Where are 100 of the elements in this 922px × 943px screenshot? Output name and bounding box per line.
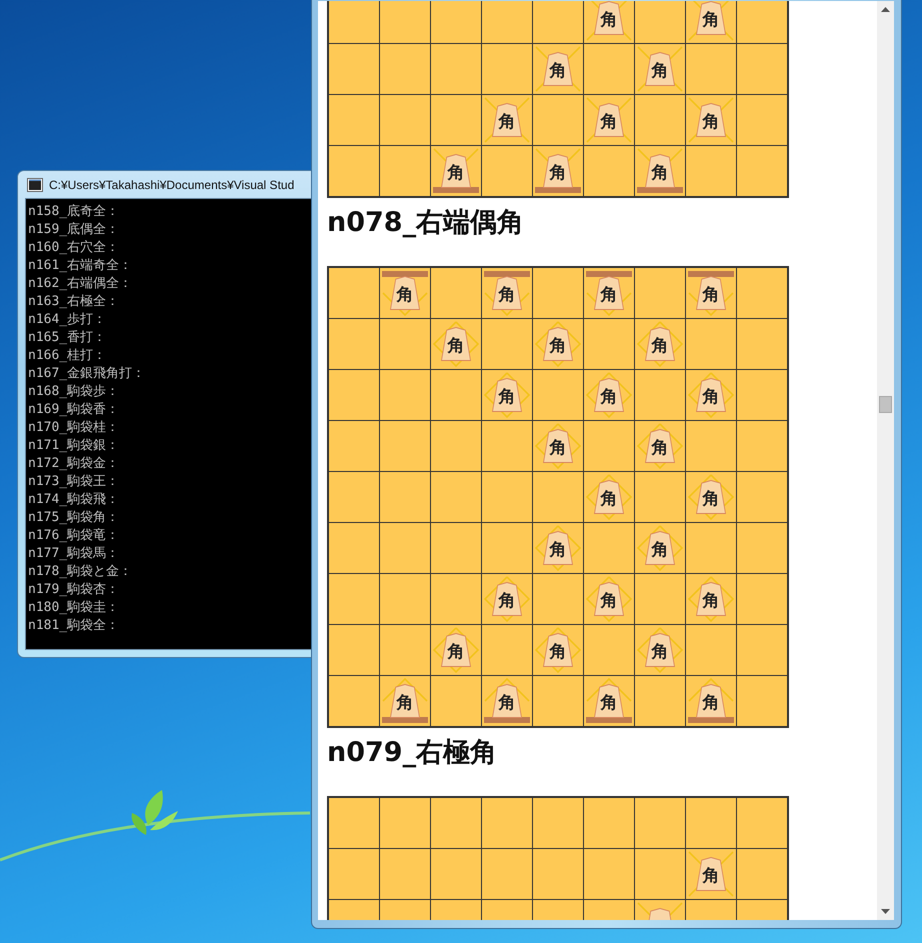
scrollbar[interactable]	[877, 1, 894, 920]
board-square	[329, 95, 379, 145]
board-square	[329, 798, 379, 848]
board-square	[329, 625, 379, 675]
shogi-piece: 角	[696, 480, 726, 514]
console-line: n176_駒袋竜：	[28, 527, 120, 545]
shogi-piece: 角	[696, 378, 726, 412]
board-square	[380, 523, 430, 573]
board-square	[431, 421, 481, 471]
console-line: n163_右極全：	[28, 293, 120, 311]
shogi-piece: 角	[594, 378, 624, 412]
console-line: n171_駒袋銀：	[28, 437, 120, 455]
board-square	[380, 421, 430, 471]
shogi-piece: 角	[594, 103, 624, 137]
console-line: n172_駒袋金：	[28, 455, 120, 473]
shogi-piece: 角	[645, 531, 675, 565]
console-line: n161_右端奇全：	[28, 257, 132, 275]
shogi-piece: 角	[492, 378, 522, 412]
board-square	[380, 1, 430, 43]
board-square	[329, 146, 379, 196]
board-square	[380, 574, 430, 624]
console-line: n165_香打：	[28, 329, 106, 347]
board-square	[380, 798, 430, 848]
board-square	[737, 523, 787, 573]
shogi-piece: 角	[441, 633, 471, 667]
shogi-piece: 角	[645, 327, 675, 361]
shogi-piece: 角	[696, 582, 726, 616]
board-square	[329, 421, 379, 471]
console-line: n181_駒袋全：	[28, 617, 120, 635]
console-line: n177_駒袋馬：	[28, 545, 120, 563]
shogi-piece: 角	[645, 429, 675, 463]
shogi-piece: 角	[492, 103, 522, 137]
console-line: n175_駒袋角：	[28, 509, 120, 527]
board-square	[329, 574, 379, 624]
shogi-piece: 角	[543, 52, 573, 86]
shogi-piece: 角	[594, 1, 624, 35]
shogi-piece: 角	[543, 154, 573, 188]
console-line: n173_駒袋王：	[28, 473, 120, 491]
window-title: C:¥Users¥Takahashi¥Documents¥Visual Stud	[49, 178, 294, 192]
console-line: n168_駒袋歩：	[28, 383, 120, 401]
board-square	[737, 798, 787, 848]
shogi-piece: 角	[696, 1, 726, 35]
shogi-piece: 角	[390, 276, 420, 310]
board-square	[584, 798, 634, 848]
board-square	[635, 798, 685, 848]
board-square	[533, 798, 583, 848]
board-square	[329, 44, 379, 94]
shogi-piece: 角	[594, 582, 624, 616]
console-line: n174_駒袋飛：	[28, 491, 120, 509]
console-line: n162_右端偶全：	[28, 275, 132, 293]
shogi-piece: 角	[645, 52, 675, 86]
console-line: n179_駒袋杏：	[28, 581, 120, 599]
console-line: n159_底偶全：	[28, 221, 120, 239]
shogi-piece: 角	[696, 276, 726, 310]
console-line: n169_駒袋香：	[28, 401, 120, 419]
board-square	[737, 146, 787, 196]
board-square	[431, 44, 481, 94]
board-square	[737, 625, 787, 675]
shogi-piece: 角	[543, 633, 573, 667]
board-square	[431, 472, 481, 522]
board-square	[431, 523, 481, 573]
console-line: n164_歩打：	[28, 311, 106, 329]
board-square	[737, 44, 787, 94]
shogi-piece: 角	[543, 429, 573, 463]
board-square	[737, 319, 787, 369]
shogi-piece: 角	[594, 480, 624, 514]
shogi-piece: 角	[492, 276, 522, 310]
shogi-piece: 角	[645, 633, 675, 667]
console-line: n167_金銀飛角打：	[28, 365, 146, 383]
scroll-up-arrow-icon[interactable]	[881, 7, 890, 12]
shogi-piece: 角	[441, 154, 471, 188]
shogi-piece: 角	[696, 103, 726, 137]
board-square	[380, 472, 430, 522]
board-square	[380, 370, 430, 420]
shogi-piece: 角	[543, 531, 573, 565]
scroll-down-arrow-icon[interactable]	[881, 909, 890, 914]
board-square	[329, 319, 379, 369]
board-square	[380, 44, 430, 94]
console-line: n160_右穴全：	[28, 239, 120, 257]
shogi-piece: 角	[696, 684, 726, 718]
board-square	[431, 798, 481, 848]
board-square	[431, 1, 481, 43]
console-line: n170_駒袋桂：	[28, 419, 120, 437]
board-square	[482, 798, 532, 848]
section-heading: n079_右極角	[327, 736, 498, 770]
console-line: n166_桂打：	[28, 347, 106, 365]
console-line: n178_駒袋と金：	[28, 563, 132, 581]
shogi-piece: 角	[492, 582, 522, 616]
board-square	[482, 1, 532, 43]
scrollbar-thumb[interactable]	[879, 396, 892, 413]
shogi-piece: 角	[492, 684, 522, 718]
console-line: n158_底奇全：	[28, 203, 120, 221]
board-square	[737, 421, 787, 471]
shogi-piece: 角	[696, 857, 726, 891]
section-heading: n078_右端偶角	[327, 206, 524, 240]
console-line: n180_駒袋圭：	[28, 599, 120, 617]
shogi-piece: 角	[594, 276, 624, 310]
board-square	[329, 472, 379, 522]
board-square	[329, 523, 379, 573]
shogi-piece: 角	[594, 684, 624, 718]
